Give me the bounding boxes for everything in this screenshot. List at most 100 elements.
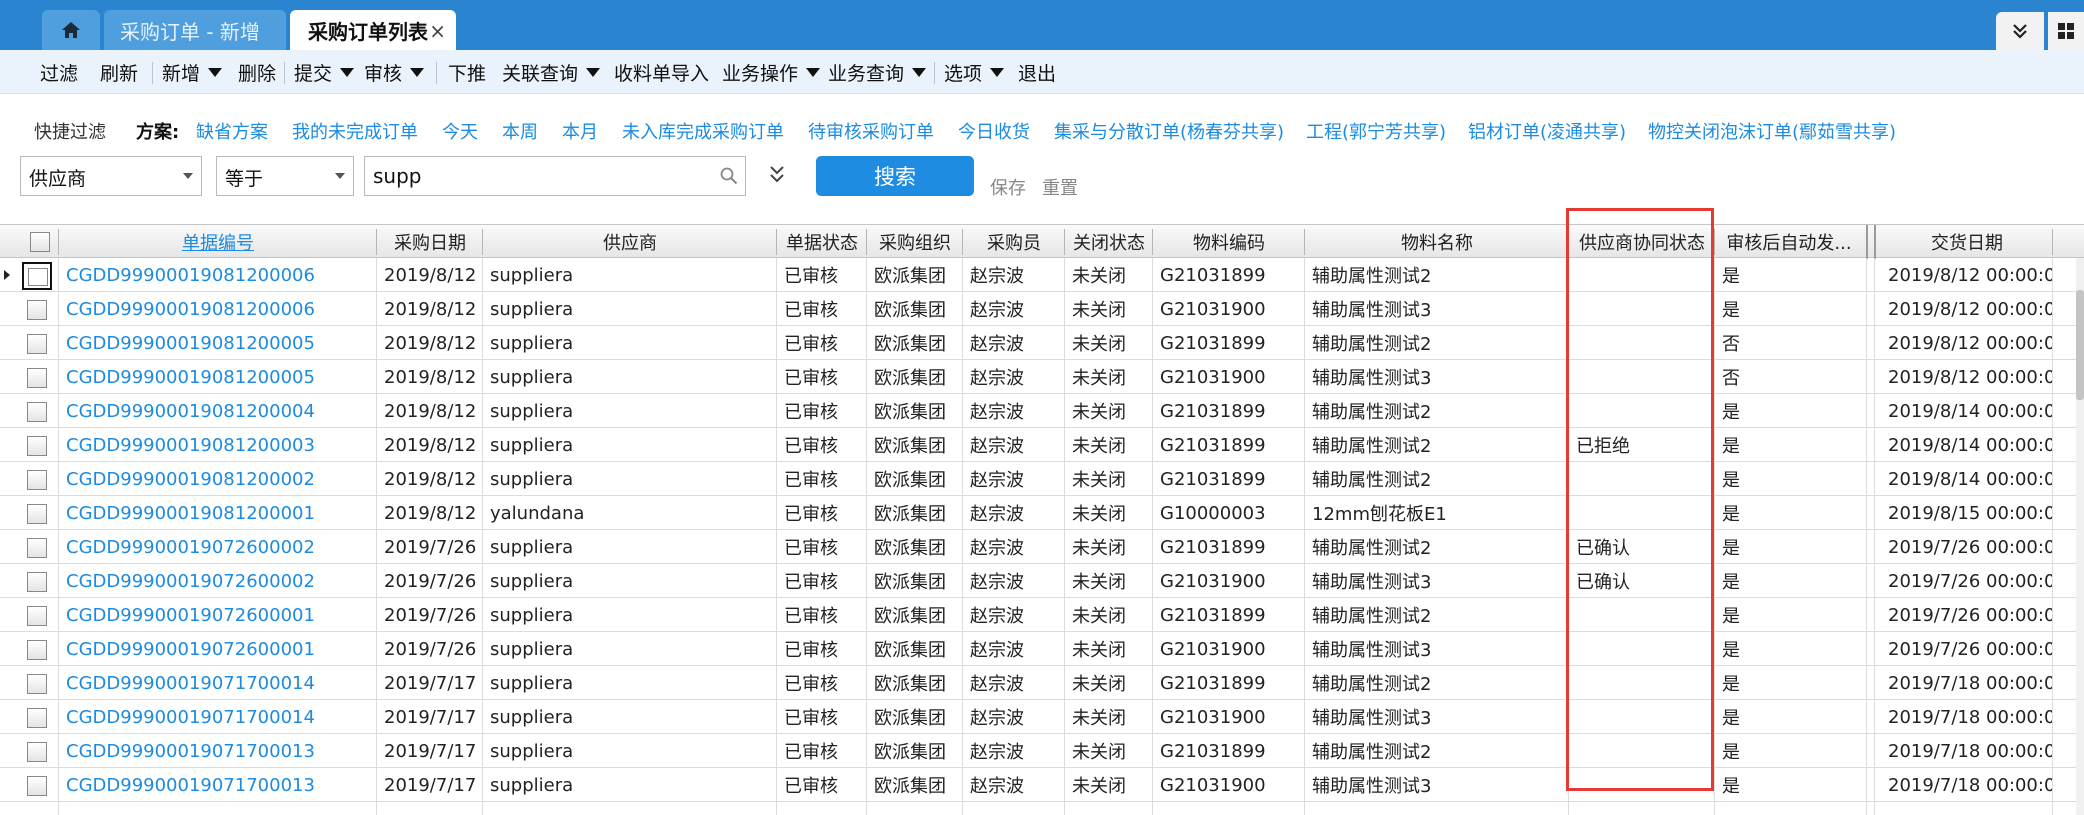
column-header-material-code[interactable]: 物料编码 — [1154, 225, 1304, 259]
scheme-link[interactable]: 工程(郭宁芳共享) — [1306, 118, 1446, 144]
table-row[interactable]: CGDD99900019071700013 2019/7/17 suppliera 已… — [0, 768, 2084, 802]
table-row[interactable]: CGDD99900019081200005 2019/8/12 suppliera 已… — [0, 326, 2084, 360]
row-checkbox[interactable] — [27, 334, 47, 354]
column-header-supplier[interactable]: 供应商 — [484, 225, 776, 259]
scheme-link[interactable]: 铝材订单(凌通共享) — [1468, 118, 1626, 144]
cell-order-no[interactable]: CGDD99900019072600002 — [60, 530, 376, 564]
scheme-link[interactable]: 缺省方案 — [196, 118, 268, 144]
row-checkbox[interactable] — [27, 538, 47, 558]
business-ops-button[interactable]: 业务操作 — [722, 59, 821, 86]
exit-button[interactable]: 退出 — [1018, 59, 1056, 86]
cell-order-no[interactable]: CGDD99900019081200006 — [60, 258, 376, 292]
table-row[interactable]: CGDD99900019081200002 2019/8/12 suppliera 已… — [0, 462, 2084, 496]
scheme-link[interactable]: 待审核采购订单 — [808, 118, 934, 144]
row-checkbox[interactable] — [27, 742, 47, 762]
row-checkbox[interactable] — [27, 640, 47, 660]
row-checkbox[interactable] — [27, 606, 47, 626]
row-checkbox[interactable] — [27, 708, 47, 728]
push-down-button[interactable]: 下推 — [448, 59, 486, 86]
cell-order-no[interactable]: CGDD99900019081200005 — [60, 360, 376, 394]
column-header-auto-send[interactable]: 审核后自动发... — [1716, 225, 1862, 259]
column-header-doc-status[interactable]: 单据状态 — [778, 225, 866, 259]
table-row[interactable]: CGDD99900019072600002 2019/7/26 suppliera 已… — [0, 530, 2084, 564]
tab-home[interactable] — [42, 10, 100, 50]
collapse-button[interactable] — [1996, 12, 2044, 50]
cell-order-no[interactable]: CGDD99900019081200001 — [60, 496, 376, 530]
cell-order-no[interactable]: CGDD99900019071700013 — [60, 768, 376, 802]
search-button[interactable]: 搜索 — [816, 156, 974, 196]
row-checkbox[interactable] — [27, 470, 47, 490]
audit-button[interactable]: 审核 — [364, 59, 425, 86]
refresh-button[interactable]: 刷新 — [100, 59, 138, 86]
cell-order-no[interactable]: CGDD99900019072600002 — [60, 564, 376, 598]
options-button[interactable]: 选项 — [944, 59, 1005, 86]
table-row[interactable]: CGDD99900019081200001 2019/8/12 yalundana 已… — [0, 496, 2084, 530]
row-checkbox[interactable] — [27, 436, 47, 456]
table-row[interactable]: CGDD99900019071700014 2019/7/17 suppliera 已… — [0, 666, 2084, 700]
row-checkbox[interactable] — [27, 674, 47, 694]
cell-order-no[interactable]: CGDD99900019081200006 — [60, 292, 376, 326]
scheme-link[interactable]: 未入库完成采购订单 — [622, 118, 784, 144]
column-header-close-status[interactable]: 关闭状态 — [1066, 225, 1152, 259]
delete-button[interactable]: 删除 — [238, 59, 276, 86]
close-icon[interactable]: × — [429, 19, 446, 43]
column-header-purchase-org[interactable]: 采购组织 — [868, 225, 962, 259]
cell-order-no[interactable]: CGDD99900019081200003 — [60, 428, 376, 462]
cell-order-no[interactable]: CGDD99900019072600001 — [60, 598, 376, 632]
table-row[interactable]: CGDD99900019072600001 2019/7/26 suppliera 已… — [0, 632, 2084, 666]
row-checkbox[interactable] — [22, 262, 52, 290]
table-row[interactable]: CGDD99900019081200004 2019/8/12 suppliera 已… — [0, 394, 2084, 428]
scheme-link[interactable]: 集采与分散订单(杨春芬共享) — [1054, 118, 1284, 144]
cell-order-no[interactable]: CGDD99900019081200005 — [60, 326, 376, 360]
scheme-link[interactable]: 本周 — [502, 118, 538, 144]
column-header-purchase-date[interactable]: 采购日期 — [378, 225, 482, 259]
column-header-material-name[interactable]: 物料名称 — [1306, 225, 1568, 259]
cell-order-no[interactable]: CGDD99900019081200002 — [60, 462, 376, 496]
field-select[interactable]: 供应商 — [20, 156, 202, 196]
tab-purchase-order-list[interactable]: 采购订单列表 × — [290, 10, 456, 50]
business-query-button[interactable]: 业务查询 — [828, 59, 927, 86]
expand-icon[interactable] — [768, 164, 786, 184]
operator-select[interactable]: 等于 — [216, 156, 354, 196]
row-checkbox[interactable] — [27, 504, 47, 524]
cell-order-no[interactable]: CGDD99900019081200004 — [60, 394, 376, 428]
search-icon[interactable] — [720, 167, 738, 185]
table-row[interactable]: CGDD99900019071700013 2019/7/17 suppliera 已… — [0, 734, 2084, 768]
save-link[interactable]: 保存 — [990, 174, 1026, 200]
column-header-order-no[interactable]: 单据编号 — [60, 225, 376, 259]
column-header-buyer[interactable]: 采购员 — [964, 225, 1064, 259]
column-header-supplier-collab-status[interactable]: 供应商协同状态 — [1570, 225, 1714, 259]
row-checkbox[interactable] — [27, 776, 47, 796]
table-row[interactable]: CGDD99900019081200005 2019/8/12 suppliera 已… — [0, 360, 2084, 394]
row-checkbox[interactable] — [27, 402, 47, 422]
receipt-import-button[interactable]: 收料单导入 — [614, 59, 709, 86]
column-header-delivery-date[interactable]: 交货日期 — [1882, 225, 2052, 259]
table-row[interactable]: CGDD99900019071700014 2019/7/17 suppliera 已… — [0, 700, 2084, 734]
reset-link[interactable]: 重置 — [1042, 174, 1078, 200]
table-row[interactable]: CGDD99900019072600001 2019/7/26 suppliera 已… — [0, 598, 2084, 632]
select-all-checkbox[interactable] — [30, 232, 50, 252]
add-button[interactable]: 新增 — [162, 59, 223, 86]
scheme-link[interactable]: 今天 — [442, 118, 478, 144]
scheme-link[interactable]: 我的未完成订单 — [292, 118, 418, 144]
scheme-link[interactable]: 今日收货 — [958, 118, 1030, 144]
row-checkbox[interactable] — [27, 572, 47, 592]
submit-button[interactable]: 提交 — [294, 59, 355, 86]
related-query-button[interactable]: 关联查询 — [502, 59, 601, 86]
scheme-link[interactable]: 物控关闭泡沫订单(鄢茹雪共享) — [1648, 118, 1896, 144]
layout-button[interactable] — [2048, 12, 2084, 50]
scrollbar-thumb[interactable] — [2076, 290, 2084, 400]
table-row[interactable]: CGDD99900019072600002 2019/7/26 suppliera 已… — [0, 564, 2084, 598]
row-checkbox[interactable] — [27, 368, 47, 388]
search-input[interactable] — [364, 156, 746, 196]
table-row[interactable]: CGDD99900019081200006 2019/8/12 suppliera 已… — [0, 292, 2084, 326]
cell-order-no[interactable]: CGDD99900019072600001 — [60, 632, 376, 666]
table-row[interactable]: CGDD99900019081200003 2019/8/12 suppliera 已… — [0, 428, 2084, 462]
tab-purchase-order-new[interactable]: 采购订单 - 新增 — [104, 10, 286, 50]
filter-button[interactable]: 过滤 — [40, 59, 78, 86]
cell-order-no[interactable]: CGDD99900019071700013 — [60, 734, 376, 768]
row-checkbox[interactable] — [27, 300, 47, 320]
cell-order-no[interactable]: CGDD99900019071700014 — [60, 666, 376, 700]
table-row[interactable]: CGDD99900019081200006 2019/8/12 suppliera 已… — [0, 258, 2084, 292]
cell-order-no[interactable]: CGDD99900019071700014 — [60, 700, 376, 734]
